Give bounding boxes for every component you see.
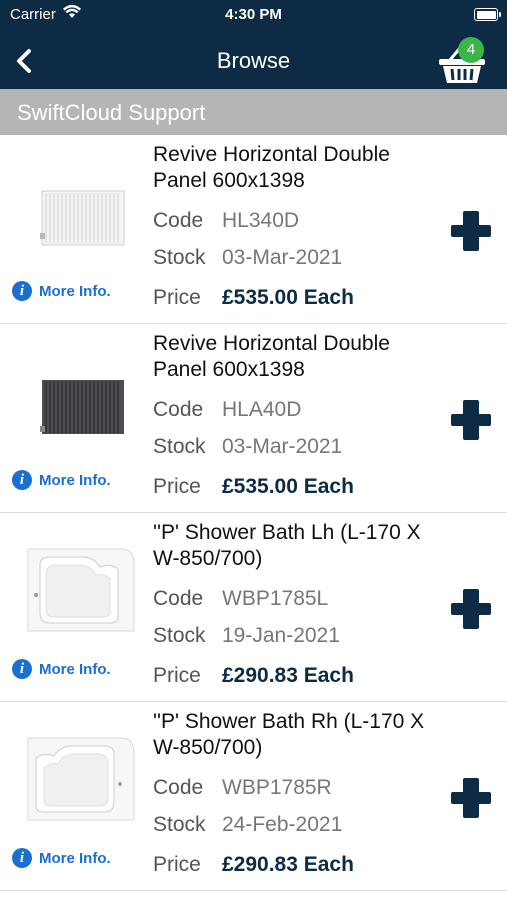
product-price: Price £535.00 Each xyxy=(153,286,354,309)
product-title: Revive Horizontal Double Panel 600x1398 xyxy=(153,143,390,192)
product-title: Revive Horizontal Double Panel 600x1398 xyxy=(153,332,390,381)
basket-count-badge: 4 xyxy=(458,37,484,63)
product-title: ''P' Shower Bath Lh (L-170 X W-850/700) xyxy=(153,521,421,570)
info-icon: i xyxy=(12,281,32,301)
product-stock: Stock 19-Jan-2021 xyxy=(153,624,340,647)
add-to-basket-plus-icon[interactable] xyxy=(449,587,493,631)
product-code: Code WBP1785R xyxy=(153,776,332,799)
page-title: Browse xyxy=(216,48,291,73)
product-row[interactable]: i More Info. ''P' Shower Bath Lh (L-170 … xyxy=(0,513,507,702)
more-info-label: More Info. xyxy=(39,471,111,489)
shower-bath-right-image xyxy=(27,737,135,821)
add-to-basket-plus-icon[interactable] xyxy=(449,398,493,442)
more-info-link[interactable]: i More Info. xyxy=(12,281,111,301)
clock-label: 4:30 PM xyxy=(225,6,282,23)
basket-button[interactable]: 4 xyxy=(436,36,488,86)
product-row[interactable]: i More Info. ''P' Shower Bath Rh (L-170 … xyxy=(0,702,507,891)
more-info-link[interactable]: i More Info. xyxy=(12,470,111,490)
add-to-basket-plus-icon[interactable] xyxy=(449,209,493,253)
product-stock: Stock 24-Feb-2021 xyxy=(153,813,343,836)
product-row[interactable]: i More Info. Revive Horizontal Double Pa… xyxy=(0,135,507,324)
status-bar: Carrier 4:30 PM xyxy=(0,0,507,32)
section-header: SwiftCloud Support xyxy=(0,89,507,135)
product-price: Price £290.83 Each xyxy=(153,853,354,876)
product-stock: Stock 03-Mar-2021 xyxy=(153,435,343,458)
section-title: SwiftCloud Support xyxy=(17,100,206,125)
anthracite-radiator-image xyxy=(40,380,124,434)
add-to-basket-plus-icon[interactable] xyxy=(449,776,493,820)
product-list: i More Info. Revive Horizontal Double Pa… xyxy=(0,135,507,891)
product-stock: Stock 03-Mar-2021 xyxy=(153,246,343,269)
white-radiator-image xyxy=(40,190,125,246)
product-code: Code HLA40D xyxy=(153,398,302,421)
product-price: Price £535.00 Each xyxy=(153,475,354,498)
product-code: Code WBP1785L xyxy=(153,587,329,610)
more-info-link[interactable]: i More Info. xyxy=(12,659,111,679)
info-icon: i xyxy=(12,470,32,490)
product-title: ''P' Shower Bath Rh (L-170 X W-850/700) xyxy=(153,710,425,759)
battery-icon xyxy=(474,8,501,21)
shower-bath-left-image xyxy=(27,548,135,632)
info-icon: i xyxy=(12,659,32,679)
product-code: Code HL340D xyxy=(153,209,300,232)
product-row[interactable]: i More Info. Revive Horizontal Double Pa… xyxy=(0,324,507,513)
product-price: Price £290.83 Each xyxy=(153,664,354,687)
more-info-label: More Info. xyxy=(39,849,111,867)
more-info-link[interactable]: i More Info. xyxy=(12,848,111,868)
more-info-label: More Info. xyxy=(39,660,111,678)
info-icon: i xyxy=(12,848,32,868)
navigation-bar: Browse 4 xyxy=(0,32,507,89)
more-info-label: More Info. xyxy=(39,282,111,300)
